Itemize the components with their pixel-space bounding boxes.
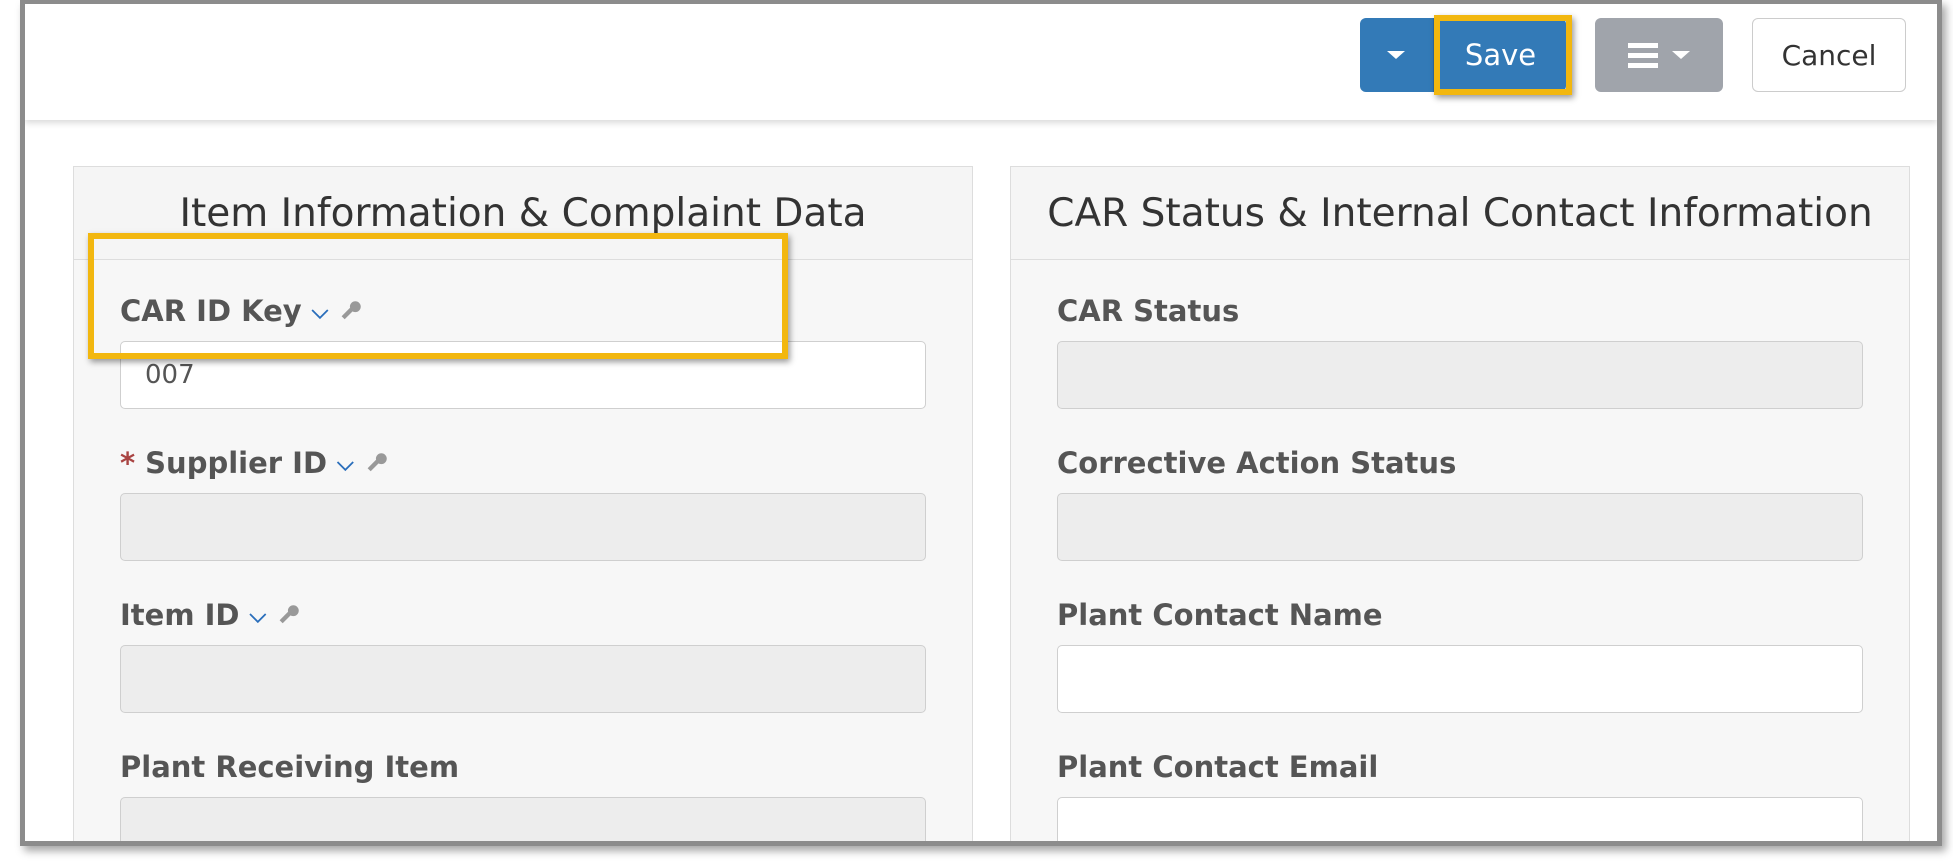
- item-id-field: Item ID ⌵: [120, 597, 926, 713]
- field-label: Corrective Action Status: [1057, 446, 1457, 480]
- actions-menu-button[interactable]: [1595, 18, 1723, 92]
- field-label: CAR Status: [1057, 294, 1240, 328]
- car-id-key-highlight: [88, 233, 788, 359]
- app-window: Save Cancel Item Information & Complaint…: [20, 0, 1942, 846]
- chevron-down-icon[interactable]: ⌵: [250, 603, 267, 628]
- field-label: Supplier ID: [145, 446, 328, 480]
- item-id-input[interactable]: [120, 645, 926, 713]
- form-content: Item Information & Complaint Data CAR ID…: [25, 120, 1937, 841]
- save-options-dropdown-toggle[interactable]: [1360, 18, 1432, 92]
- toolbar: Save Cancel: [25, 4, 1937, 120]
- caret-down-icon: [1387, 51, 1405, 59]
- key-icon[interactable]: [364, 450, 390, 476]
- supplier-id-input[interactable]: [120, 493, 926, 561]
- car-status-input[interactable]: [1057, 341, 1863, 409]
- plant-contact-name-input[interactable]: [1057, 645, 1863, 713]
- car-status-panel: CAR Status & Internal Contact Informatio…: [1010, 166, 1910, 841]
- plant-receiving-item-field: Plant Receiving Item: [120, 749, 926, 841]
- plant-contact-name-field: Plant Contact Name: [1057, 597, 1863, 713]
- plant-receiving-item-input[interactable]: [120, 797, 926, 841]
- field-label: Plant Contact Email: [1057, 750, 1379, 784]
- chevron-down-icon[interactable]: ⌵: [337, 451, 354, 476]
- panel-title: CAR Status & Internal Contact Informatio…: [1011, 167, 1909, 260]
- corrective-action-status-field: Corrective Action Status: [1057, 445, 1863, 561]
- caret-down-icon: [1672, 51, 1690, 59]
- key-icon[interactable]: [276, 602, 302, 628]
- cancel-button[interactable]: Cancel: [1752, 18, 1906, 92]
- supplier-id-field: * Supplier ID ⌵: [120, 445, 926, 561]
- plant-contact-email-input[interactable]: [1057, 797, 1863, 841]
- required-marker: *: [120, 446, 136, 480]
- car-status-field: CAR Status: [1057, 293, 1863, 409]
- plant-contact-email-field: Plant Contact Email: [1057, 749, 1863, 841]
- save-button-highlight: [1434, 15, 1572, 95]
- hamburger-icon: [1628, 42, 1658, 68]
- field-label: Plant Receiving Item: [120, 750, 460, 784]
- field-label: Plant Contact Name: [1057, 598, 1383, 632]
- corrective-action-status-input[interactable]: [1057, 493, 1863, 561]
- field-label: Item ID: [120, 598, 240, 632]
